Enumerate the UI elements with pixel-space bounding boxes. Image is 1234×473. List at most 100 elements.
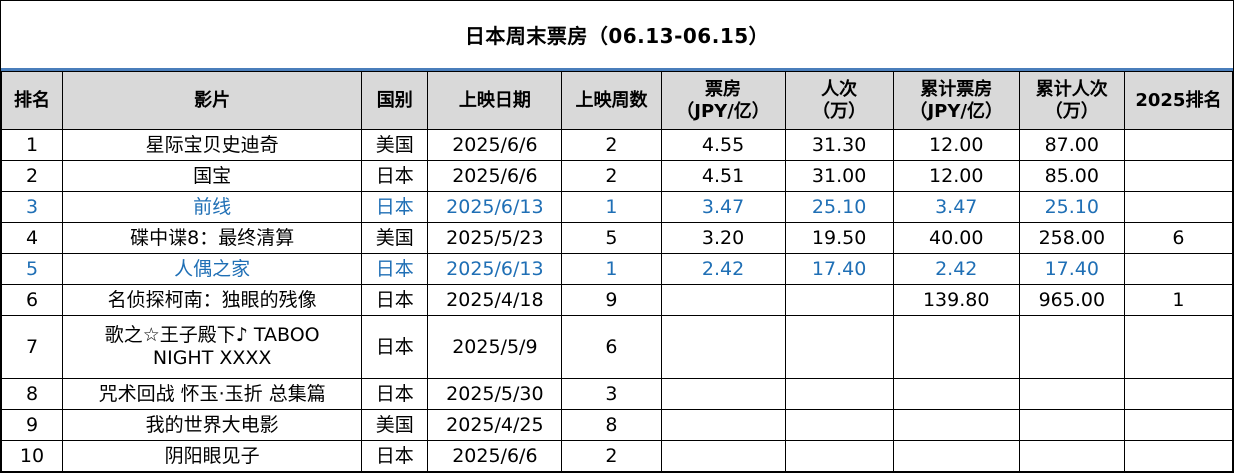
cell-rank: 10: [0, 440, 64, 472]
cell-weeks: 2: [561, 440, 662, 472]
header-admissions-line1: 人次: [821, 78, 858, 100]
cell-release-date: 2025/6/6: [427, 129, 563, 161]
cell-admissions: [784, 378, 894, 410]
cell-country: 日本: [361, 191, 429, 223]
cell-cum-box-office: 12.00: [892, 160, 1020, 192]
cell-admissions: [784, 315, 894, 379]
cell-country: 日本: [361, 160, 429, 192]
cell-cum-admissions: 87.00: [1018, 129, 1125, 161]
cell-admissions: 31.00: [784, 160, 894, 192]
cell-box-office: 4.55: [660, 129, 786, 161]
cell-weeks: 9: [561, 284, 662, 316]
cell-rank-2025: [1123, 129, 1234, 161]
cell-cum-box-office: [892, 409, 1020, 441]
cell-cum-box-office: 139.80: [892, 284, 1020, 316]
header-cum-box-office-line1: 累计票房: [920, 78, 993, 100]
table-row: 3 前线 日本 2025/6/13 1 3.47 25.10 3.47 25.1…: [0, 191, 1234, 223]
cell-cum-box-office: [892, 440, 1020, 472]
cell-film-line1: 歌之☆王子殿下♪ TABOO: [104, 324, 320, 346]
cell-film: 人偶之家: [62, 253, 363, 285]
header-cum-box-office: 累计票房 （JPY/亿）: [892, 71, 1020, 130]
table-row: 1 星际宝贝史迪奇 美国 2025/6/6 2 4.55 31.30 12.00…: [0, 129, 1234, 161]
cell-release-date: 2025/6/6: [427, 440, 563, 472]
cell-country: 日本: [361, 315, 429, 379]
cell-cum-admissions: 25.10: [1018, 191, 1125, 223]
cell-rank-2025: 1: [1123, 284, 1234, 316]
cell-cum-box-office: 2.42: [892, 253, 1020, 285]
cell-rank: 9: [0, 409, 64, 441]
box-office-table: 排名 影片 国别 上映日期 上映周数 票房 （JPY/亿） 人次 （万） 累计票房（…: [0, 71, 1234, 472]
cell-film-line2: NIGHT XXXX: [152, 347, 272, 369]
header-cum-admissions: 累计人次 （万）: [1018, 71, 1125, 130]
cell-film: 星际宝贝史迪奇: [62, 129, 363, 161]
cell-cum-admissions: 17.40: [1018, 253, 1125, 285]
header-admissions: 人次 （万）: [784, 71, 894, 130]
cell-weeks: 6: [561, 315, 662, 379]
cell-weeks: 5: [561, 222, 662, 254]
cell-country: 美国: [361, 129, 429, 161]
cell-box-office: [660, 378, 786, 410]
cell-box-office: [660, 440, 786, 472]
cell-rank-2025: [1123, 315, 1234, 379]
cell-box-office: 2.42: [660, 253, 786, 285]
cell-rank: 6: [0, 284, 64, 316]
cell-admissions: 19.50: [784, 222, 894, 254]
table-row: 6 名侦探柯南：独眼的残像 日本 2025/4/18 9 139.80 965.…: [0, 284, 1234, 316]
table-row: 7 歌之☆王子殿下♪ TABOO NIGHT XXXX 日本 2025/5/9 6: [0, 315, 1234, 379]
cell-release-date: 2025/6/13: [427, 191, 563, 223]
header-rank: 排名: [0, 71, 64, 130]
cell-weeks: 8: [561, 409, 662, 441]
cell-cum-box-office: [892, 378, 1020, 410]
cell-rank: 2: [0, 160, 64, 192]
header-box-office: 票房 （JPY/亿）: [660, 71, 786, 130]
cell-rank: 4: [0, 222, 64, 254]
cell-country: 日本: [361, 378, 429, 410]
table-row: 2 国宝 日本 2025/6/6 2 4.51 31.00 12.00 85.0…: [0, 160, 1234, 192]
cell-rank-2025: [1123, 440, 1234, 472]
cell-cum-admissions: 258.00: [1018, 222, 1125, 254]
cell-film: 前线: [62, 191, 363, 223]
header-cum-admissions-line1: 累计人次: [1035, 78, 1108, 100]
cell-film: 阴阳眼见子: [62, 440, 363, 472]
cell-box-office: [660, 409, 786, 441]
table-row: 4 碟中谍8：最终清算 美国 2025/5/23 5 3.20 19.50 40…: [0, 222, 1234, 254]
cell-film: 碟中谍8：最终清算: [62, 222, 363, 254]
table-row: 10 阴阳眼见子 日本 2025/6/6 2: [0, 440, 1234, 472]
cell-admissions: [784, 409, 894, 441]
cell-cum-box-office: 40.00: [892, 222, 1020, 254]
header-weeks: 上映周数: [561, 71, 662, 130]
cell-cum-admissions: [1018, 315, 1125, 379]
cell-cum-box-office: 12.00: [892, 129, 1020, 161]
header-rank-2025: 2025排名: [1123, 71, 1234, 130]
cell-weeks: 2: [561, 129, 662, 161]
table-row: 8 咒术回战 怀玉·玉折 总集篇 日本 2025/5/30 3: [0, 378, 1234, 410]
cell-rank-2025: [1123, 253, 1234, 285]
cell-rank-2025: [1123, 378, 1234, 410]
cell-rank: 3: [0, 191, 64, 223]
cell-release-date: 2025/4/18: [427, 284, 563, 316]
cell-film: 我的世界大电影: [62, 409, 363, 441]
cell-release-date: 2025/4/25: [427, 409, 563, 441]
cell-weeks: 1: [561, 253, 662, 285]
cell-weeks: 2: [561, 160, 662, 192]
cell-release-date: 2025/5/23: [427, 222, 563, 254]
cell-box-office: 3.47: [660, 191, 786, 223]
cell-rank-2025: [1123, 160, 1234, 192]
cell-admissions: 31.30: [784, 129, 894, 161]
header-country: 国别: [361, 71, 429, 130]
cell-rank: 1: [0, 129, 64, 161]
cell-release-date: 2025/5/9: [427, 315, 563, 379]
cell-rank: 5: [0, 253, 64, 285]
header-cum-box-office-line2: （JPY/亿）: [909, 100, 1003, 122]
cell-country: 日本: [361, 284, 429, 316]
header-box-office-line1: 票房: [705, 78, 742, 100]
cell-box-office: [660, 315, 786, 379]
cell-film: 咒术回战 怀玉·玉折 总集篇: [62, 378, 363, 410]
cell-release-date: 2025/6/6: [427, 160, 563, 192]
header-cum-admissions-line2: （万）: [1044, 100, 1099, 122]
header-box-office-line2: （JPY/亿）: [676, 100, 770, 122]
cell-cum-admissions: [1018, 409, 1125, 441]
cell-cum-box-office: [892, 315, 1020, 379]
cell-film: 国宝: [62, 160, 363, 192]
cell-admissions: 17.40: [784, 253, 894, 285]
